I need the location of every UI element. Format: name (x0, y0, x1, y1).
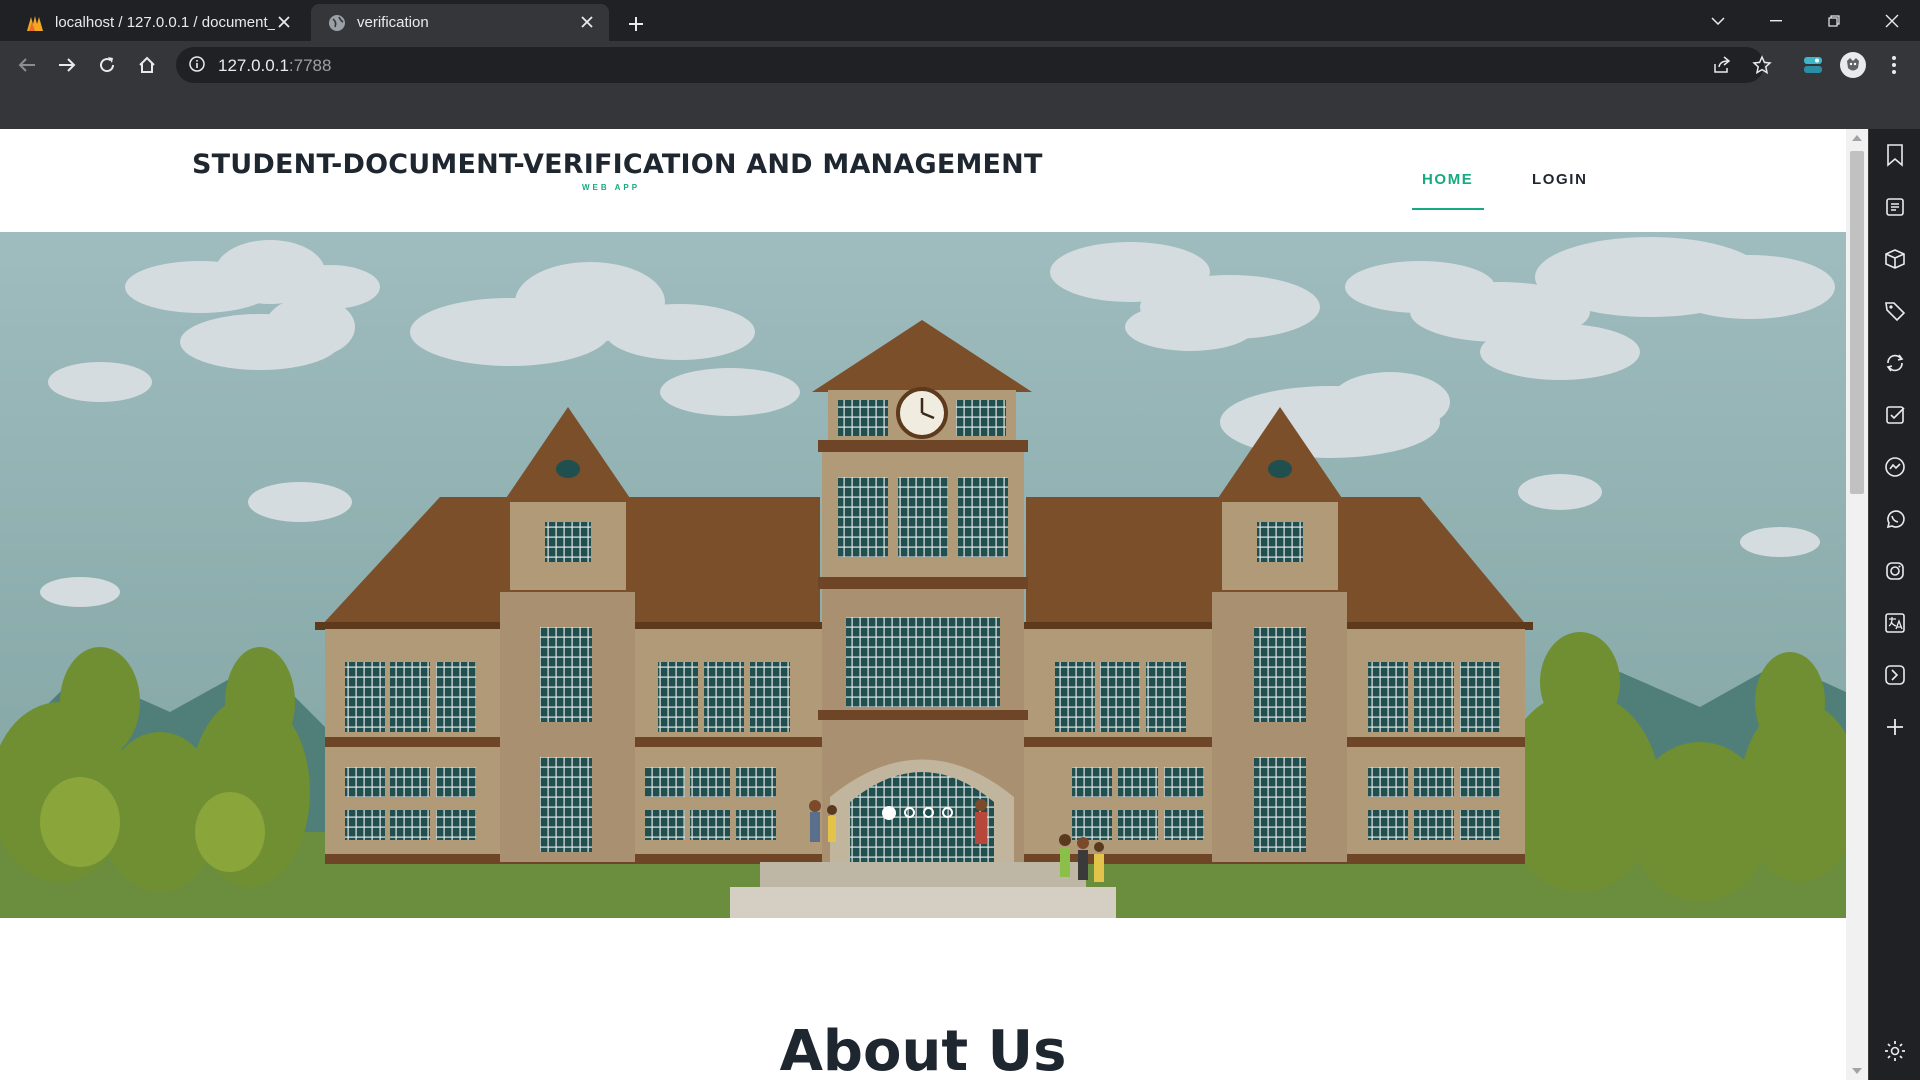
tab-title: verification (357, 14, 429, 31)
script-icon[interactable] (1881, 661, 1909, 689)
site-header: STUDENT-DOCUMENT-VERIFICATION AND MANAGE… (0, 129, 1846, 232)
new-tab-button[interactable] (620, 8, 652, 40)
page-viewport: STUDENT-DOCUMENT-VERIFICATION AND MANAGE… (0, 129, 1846, 1080)
close-icon[interactable] (272, 10, 296, 34)
globe-icon (327, 13, 347, 33)
scroll-up-icon[interactable] (1852, 135, 1862, 141)
extension-icon[interactable] (1795, 47, 1831, 83)
browser-toolbar: 127.0.0.1:7788 (0, 41, 1920, 88)
url-text: 127.0.0.1:7788 (218, 56, 332, 75)
home-button[interactable] (129, 47, 165, 83)
brand-title: STUDENT-DOCUMENT-VERIFICATION AND MANAGE… (192, 149, 1043, 180)
tab-search-icon[interactable] (1690, 0, 1746, 41)
about-heading: About Us (779, 1019, 1067, 1080)
add-icon[interactable] (1881, 713, 1909, 741)
active-nav-indicator (1412, 208, 1484, 210)
brand-subtitle: WEB APP (582, 183, 641, 192)
phpmyadmin-icon (25, 13, 45, 33)
bookmark-icon[interactable] (1881, 141, 1909, 169)
scrollbar-thumb[interactable] (1850, 151, 1864, 494)
browser-side-panel (1868, 129, 1920, 1080)
reading-list-icon[interactable] (1881, 193, 1909, 221)
bookmark-star-icon[interactable] (1750, 53, 1774, 77)
tab-title: localhost / 127.0.0.1 / document_ (55, 14, 275, 31)
close-window-button[interactable] (1864, 0, 1920, 41)
avatar[interactable] (1835, 47, 1871, 83)
close-icon[interactable] (575, 10, 599, 34)
tab-phpmyadmin[interactable]: localhost / 127.0.0.1 / document_ (9, 4, 306, 41)
box-icon[interactable] (1881, 245, 1909, 273)
hero-carousel (0, 232, 1846, 918)
instagram-icon[interactable] (1881, 557, 1909, 585)
tasks-icon[interactable] (1881, 401, 1909, 429)
messenger-icon[interactable] (1881, 453, 1909, 481)
brand[interactable]: STUDENT-DOCUMENT-VERIFICATION AND MANAGE… (192, 149, 1043, 192)
gear-icon[interactable] (1881, 1037, 1909, 1065)
bookmarks-bar (0, 88, 1920, 130)
minimize-button[interactable] (1748, 0, 1804, 41)
reload-button[interactable] (89, 47, 125, 83)
carousel-dot[interactable] (904, 807, 915, 818)
site-info-icon[interactable] (188, 55, 208, 75)
carousel-dot[interactable] (923, 807, 934, 818)
menu-icon[interactable] (1876, 47, 1912, 83)
share-icon[interactable] (1710, 53, 1734, 77)
sync-icon[interactable] (1881, 349, 1909, 377)
browser-tabstrip: localhost / 127.0.0.1 / document_ verifi… (0, 0, 1920, 41)
forward-button[interactable] (49, 47, 85, 83)
tag-icon[interactable] (1881, 297, 1909, 325)
carousel-indicators (882, 806, 953, 820)
nav-home-link[interactable]: HOME (1422, 171, 1473, 188)
nav-login-link[interactable]: LOGIN (1532, 171, 1588, 188)
carousel-dot[interactable] (942, 807, 953, 818)
tab-verification[interactable]: verification (311, 4, 609, 41)
back-button[interactable] (9, 47, 45, 83)
scroll-down-icon[interactable] (1852, 1068, 1862, 1074)
page-scrollbar[interactable] (1846, 129, 1868, 1080)
restore-button[interactable] (1806, 0, 1862, 41)
translate-icon[interactable] (1881, 609, 1909, 637)
address-bar[interactable]: 127.0.0.1:7788 (176, 47, 1772, 83)
carousel-dot[interactable] (882, 806, 896, 820)
whatsapp-icon[interactable] (1881, 505, 1909, 533)
